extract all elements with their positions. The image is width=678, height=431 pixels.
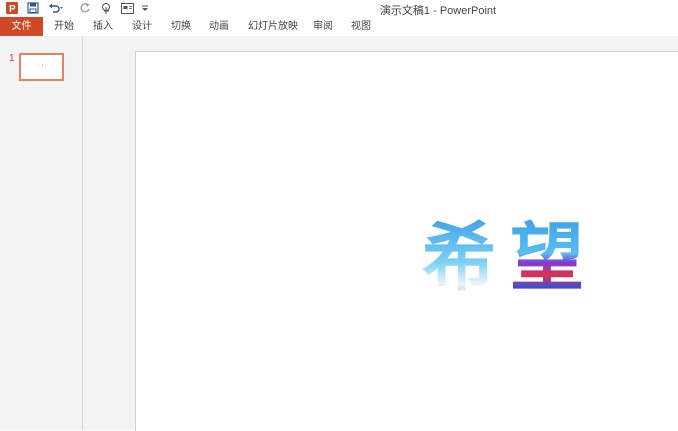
window-title: 演示文稿1 - PowerPoint <box>379 5 497 17</box>
tab-view[interactable]: 视图 <box>345 17 377 36</box>
wordart-glyphs: 希望 <box>422 215 584 301</box>
tab-review[interactable]: 审阅 <box>307 17 339 36</box>
slide-thumbnail[interactable]: ·ı <box>19 53 64 81</box>
tab-home[interactable]: 开始 <box>48 17 80 36</box>
wordart-char-2: 望 <box>510 215 584 301</box>
thumbnail-wordart-preview: ·ı <box>38 63 46 69</box>
slide-thumbnail-pane[interactable]: 1 ·ı <box>0 36 83 430</box>
wordart-text[interactable]: 希望 <box>420 203 588 303</box>
workspace: 1 ·ı 希 望 <box>0 36 678 431</box>
title-bar: P 演示文稿1 - PowerPoint <box>0 0 678 17</box>
tab-slideshow[interactable]: 幻灯片放映 <box>243 17 303 36</box>
tab-animations[interactable]: 动画 <box>203 17 235 36</box>
tab-file[interactable]: 文件 <box>0 17 43 36</box>
tab-transitions[interactable]: 切换 <box>165 17 197 36</box>
tab-design[interactable]: 设计 <box>126 17 158 36</box>
slide-number: 1 <box>9 53 15 64</box>
ribbon-tabs: 文件 开始 插入 设计 切换 动画 幻灯片放映 审阅 视图 <box>0 17 678 36</box>
slide-editing-area: 希望 <box>83 36 678 431</box>
slide-canvas[interactable]: 希望 <box>135 51 678 431</box>
tab-insert[interactable]: 插入 <box>87 17 119 36</box>
wordart-char-1: 希 <box>422 215 496 301</box>
